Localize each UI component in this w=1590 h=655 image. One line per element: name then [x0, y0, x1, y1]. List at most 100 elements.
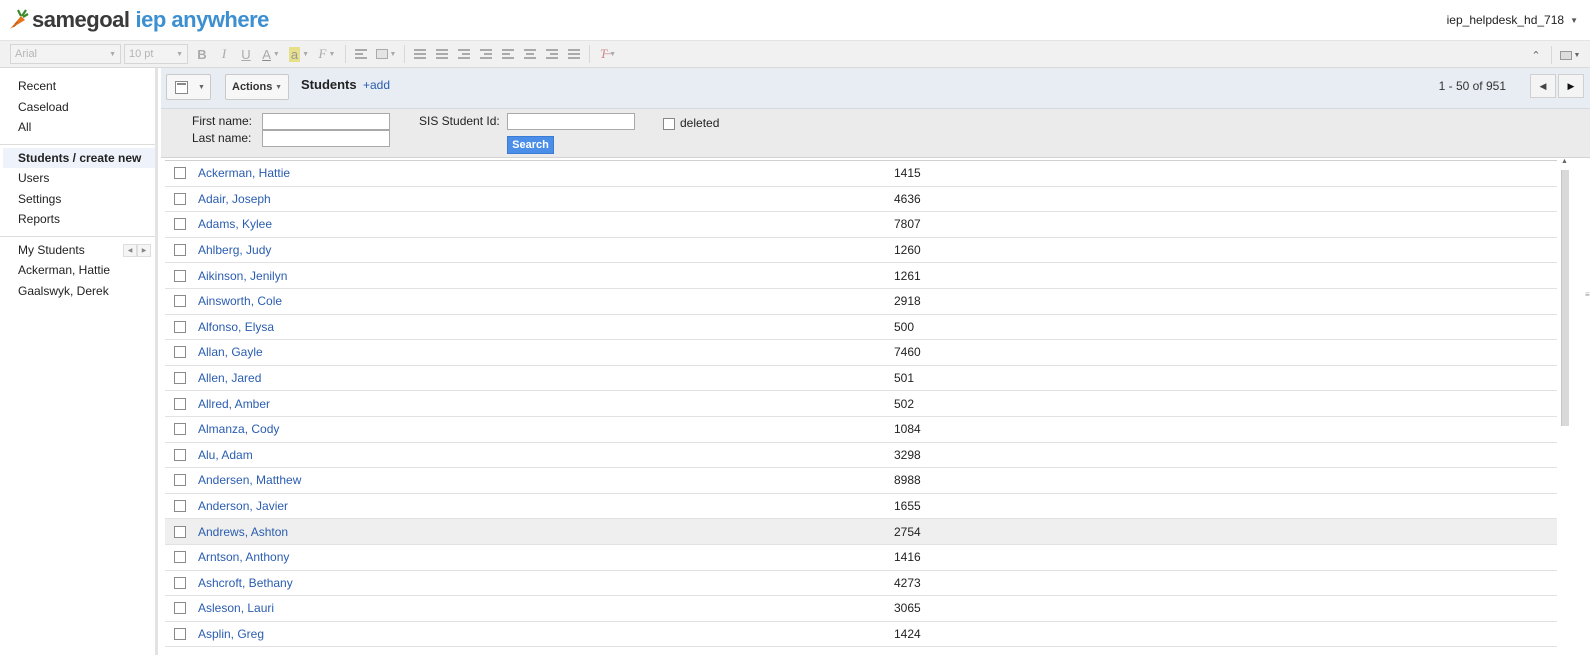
chevron-left-icon[interactable]: ◀ — [123, 243, 137, 257]
list-scrollbar[interactable]: ▲ — [1561, 158, 1569, 655]
row-checkbox[interactable] — [174, 192, 186, 205]
student-name-link[interactable]: Allan, Gayle — [198, 345, 263, 359]
last-name-input[interactable] — [262, 130, 390, 147]
chevron-right-icon[interactable]: ▶ — [137, 243, 151, 257]
table-row[interactable]: Allen, Jared 501 — [165, 366, 1557, 392]
previous-page-button[interactable]: ◀ — [1530, 74, 1556, 98]
student-name-link[interactable]: Adair, Joseph — [198, 192, 271, 206]
row-checkbox[interactable] — [174, 397, 186, 410]
student-name-link[interactable]: Andrews, Ashton — [198, 525, 288, 539]
table-row[interactable]: Andrews, Ashton 2754 — [165, 519, 1557, 545]
student-name-link[interactable]: Anderson, Javier — [198, 499, 288, 513]
scroll-up-icon[interactable]: ▲ — [1561, 158, 1568, 165]
table-row[interactable]: Allred, Amber 502 — [165, 391, 1557, 417]
align-left-button[interactable] — [350, 44, 372, 64]
table-row[interactable]: Asleson, Lauri 3065 — [165, 596, 1557, 622]
table-row[interactable]: Andersen, Matthew 8988 — [165, 468, 1557, 494]
actions-dropdown[interactable]: Actions ▼ — [225, 74, 289, 100]
clear-formatting-button[interactable]: T̶ ▼ — [594, 44, 622, 64]
first-name-input[interactable] — [262, 113, 390, 130]
student-name-link[interactable]: Arntson, Anthony — [198, 550, 289, 564]
underline-button[interactable]: U — [235, 44, 257, 64]
add-student-link[interactable]: +add — [363, 78, 390, 92]
justify-left-button[interactable] — [497, 44, 519, 64]
search-button[interactable]: Search — [507, 136, 554, 154]
student-name-link[interactable]: Ainsworth, Cole — [198, 294, 282, 308]
italic-button[interactable]: I — [213, 44, 235, 64]
table-row[interactable]: Allan, Gayle 7460 — [165, 340, 1557, 366]
outdent-button[interactable] — [453, 44, 475, 64]
row-checkbox[interactable] — [174, 372, 186, 385]
row-checkbox[interactable] — [174, 295, 186, 308]
user-menu[interactable]: iep_helpdesk_hd_718 ▼ — [1447, 13, 1578, 27]
app-logo[interactable]: samegoal iep anywhere — [6, 6, 269, 34]
student-name-link[interactable]: Ahlberg, Judy — [198, 243, 271, 257]
row-checkbox[interactable] — [174, 602, 186, 615]
sidebar-item-recent[interactable]: Recent — [0, 76, 155, 97]
row-checkbox[interactable] — [174, 576, 186, 589]
table-row[interactable]: Almanza, Cody 1084 — [165, 417, 1557, 443]
table-row[interactable]: Ackerman, Hattie 1415 — [165, 161, 1557, 187]
my-student-link[interactable]: Gaalswyk, Derek — [0, 281, 155, 302]
sidebar-item-caseload[interactable]: Caseload — [0, 97, 155, 118]
student-name-link[interactable]: Ashcroft, Bethany — [198, 576, 293, 590]
splitter-grip-icon[interactable]: ≡ — [1585, 290, 1590, 302]
sidebar-item-settings[interactable]: Settings — [0, 189, 155, 210]
numbered-list-button[interactable] — [409, 44, 431, 64]
indent-button[interactable] — [475, 44, 497, 64]
justify-center-button[interactable] — [519, 44, 541, 64]
row-checkbox[interactable] — [174, 346, 186, 359]
next-page-button[interactable]: ▶ — [1558, 74, 1584, 98]
row-checkbox[interactable] — [174, 474, 186, 487]
text-color-button[interactable]: A ▼ — [257, 44, 285, 64]
table-row[interactable]: Ainsworth, Cole 2918 — [165, 289, 1557, 315]
table-row[interactable]: Ashcroft, Bethany 4273 — [165, 571, 1557, 597]
table-row[interactable]: Asplin, Greg 1424 — [165, 622, 1557, 648]
row-checkbox[interactable] — [174, 320, 186, 333]
table-row[interactable]: Anderson, Javier 1655 — [165, 494, 1557, 520]
bulleted-list-button[interactable] — [431, 44, 453, 64]
font-family-select[interactable]: Arial ▼ — [10, 44, 121, 64]
collapse-toolbar-button[interactable]: ⌃ — [1525, 45, 1547, 65]
student-name-link[interactable]: Andersen, Matthew — [198, 473, 301, 487]
sidebar-item-reports[interactable]: Reports — [0, 209, 155, 230]
sidebar-item-all[interactable]: All — [0, 117, 155, 138]
row-checkbox[interactable] — [174, 167, 186, 180]
sidebar-item-students[interactable]: Students / create new — [3, 147, 155, 168]
table-row[interactable]: Alu, Adam 3298 — [165, 443, 1557, 469]
student-name-link[interactable]: Ackerman, Hattie — [198, 166, 290, 180]
student-name-link[interactable]: Almanza, Cody — [198, 422, 279, 436]
row-checkbox[interactable] — [174, 627, 186, 640]
student-name-link[interactable]: Adams, Kylee — [198, 217, 272, 231]
sidebar-item-users[interactable]: Users — [0, 168, 155, 189]
print-button[interactable]: ▼ — [1556, 45, 1584, 65]
table-row[interactable]: Alfonso, Elysa 500 — [165, 315, 1557, 341]
student-name-link[interactable]: Asleson, Lauri — [198, 601, 274, 615]
scrollbar-thumb[interactable] — [1561, 170, 1569, 426]
justify-full-button[interactable] — [563, 44, 585, 64]
table-row[interactable]: Adams, Kylee 7807 — [165, 212, 1557, 238]
deleted-checkbox[interactable] — [663, 118, 675, 130]
student-name-link[interactable]: Allen, Jared — [198, 371, 261, 385]
student-name-link[interactable]: Asplin, Greg — [198, 627, 264, 641]
row-checkbox[interactable] — [174, 551, 186, 564]
student-name-link[interactable]: Alu, Adam — [198, 448, 253, 462]
student-name-link[interactable]: Allred, Amber — [198, 397, 270, 411]
row-checkbox[interactable] — [174, 269, 186, 282]
bold-button[interactable]: B — [191, 44, 213, 64]
row-checkbox[interactable] — [174, 500, 186, 513]
table-button[interactable]: ▼ — [372, 44, 400, 64]
my-student-link[interactable]: Ackerman, Hattie — [0, 260, 155, 281]
row-checkbox[interactable] — [174, 525, 186, 538]
highlight-color-button[interactable]: a ▼ — [285, 44, 313, 64]
justify-right-button[interactable] — [541, 44, 563, 64]
row-checkbox[interactable] — [174, 218, 186, 231]
row-checkbox[interactable] — [174, 448, 186, 461]
font-size-select[interactable]: 10 pt ▼ — [124, 44, 188, 64]
sis-student-id-input[interactable] — [507, 113, 635, 130]
row-checkbox[interactable] — [174, 244, 186, 257]
select-all-dropdown[interactable]: ▼ — [166, 74, 211, 100]
student-name-link[interactable]: Aikinson, Jenilyn — [198, 269, 287, 283]
table-row[interactable]: Aikinson, Jenilyn 1261 — [165, 263, 1557, 289]
table-row[interactable]: Ahlberg, Judy 1260 — [165, 238, 1557, 264]
